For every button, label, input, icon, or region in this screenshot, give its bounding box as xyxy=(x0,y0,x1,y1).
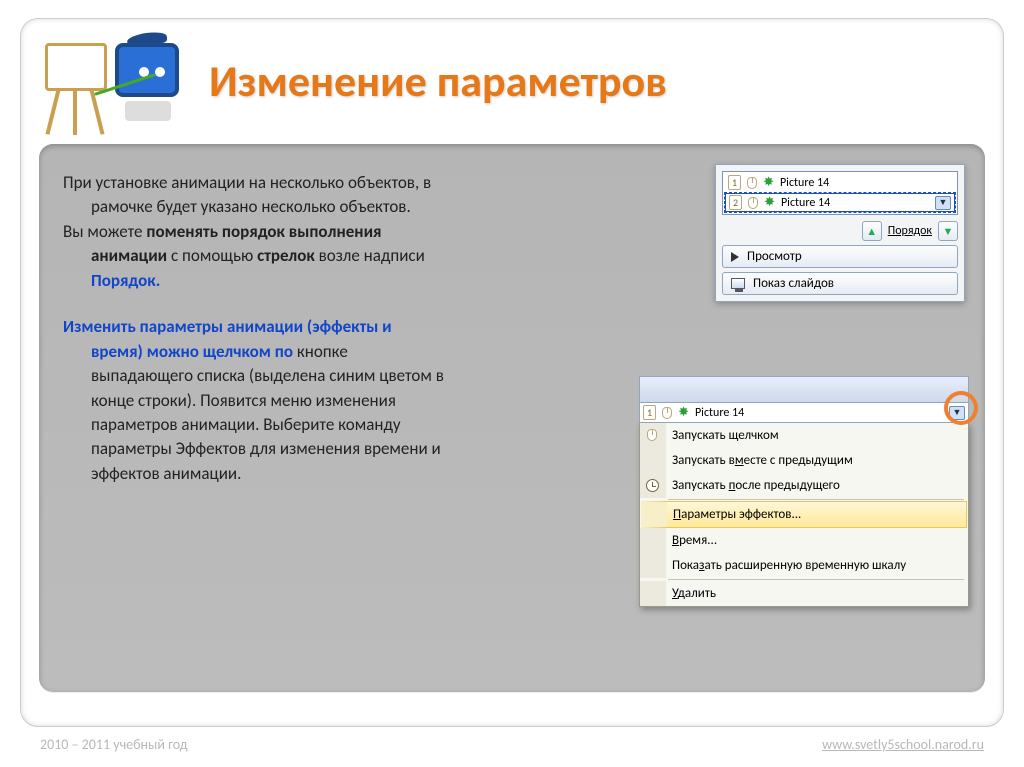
menu-show-timeline[interactable]: Показать расширенную временную шкалу xyxy=(640,553,968,578)
slide-header: Изменение параметров xyxy=(21,19,1003,140)
preview-button[interactable]: Просмотр xyxy=(722,245,958,268)
slide-footer: 2010 – 2011 учебный год www.svetly5schoo… xyxy=(40,736,984,753)
panel-toolbar xyxy=(639,376,969,402)
effect-star-icon: ✸ xyxy=(764,195,775,210)
menu-separator xyxy=(668,579,964,580)
effect-star-icon: ✸ xyxy=(678,405,689,420)
animation-list-item[interactable]: 1 ✸ Picture 14 xyxy=(725,174,955,191)
move-down-button[interactable]: ▼ xyxy=(938,221,958,241)
animation-item-row[interactable]: 1 ✸ Picture 14 ▼ xyxy=(639,402,969,423)
clock-icon xyxy=(644,477,660,493)
item-label: Picture 14 xyxy=(781,196,830,210)
panels-column: 1 ✸ Picture 14 2 ✸ Picture 14 ▼ ▲ xyxy=(663,172,961,672)
menu-start-with-previous[interactable]: Запускать вместе с предыдущим xyxy=(640,448,968,473)
slideshow-button[interactable]: Показ слайдов xyxy=(722,272,958,295)
footer-link[interactable]: www.svetly5school.narod.ru xyxy=(822,736,984,753)
highlight-circle-annotation xyxy=(944,391,978,425)
effect-options-panel: 1 ✸ Picture 14 ▼ Запускать щелчком Запус… xyxy=(639,376,969,607)
para3-line3: выпадающего списка (выделена синим цвето… xyxy=(63,365,643,387)
slide-frame: Изменение параметров При установке анима… xyxy=(20,18,1004,727)
item-number: 1 xyxy=(728,175,741,190)
slideshow-label: Показ слайдов xyxy=(753,276,834,291)
mouse-icon xyxy=(662,407,672,419)
order-controls: ▲ Порядок ▼ xyxy=(722,221,958,241)
move-up-button[interactable]: ▲ xyxy=(862,221,882,241)
para3-line2: время) можно щелчком по кнопке xyxy=(63,341,643,363)
computer-character-icon xyxy=(111,35,189,131)
menu-remove[interactable]: Удалить xyxy=(640,581,968,606)
menu-start-on-click[interactable]: Запускать щелчком xyxy=(640,423,968,448)
para3-line6: параметры Эффектов для изменения времени… xyxy=(63,438,643,460)
menu-effect-options[interactable]: Параметры эффектов... xyxy=(641,501,967,528)
para1-line2: рамочке будет указано несколько объектов… xyxy=(63,196,643,218)
content-area: При установке анимации на несколько объе… xyxy=(39,144,985,692)
effect-star-icon: ✸ xyxy=(763,175,774,190)
mascot-illustration xyxy=(41,29,191,134)
footer-year: 2010 – 2011 учебный год xyxy=(40,736,188,753)
play-icon xyxy=(731,252,739,262)
item-label: Picture 14 xyxy=(695,406,744,420)
preview-label: Просмотр xyxy=(747,249,802,264)
mouse-icon xyxy=(644,427,660,443)
item-label: Picture 14 xyxy=(780,176,829,190)
menu-start-after-previous[interactable]: Запускать после предыдущего xyxy=(640,473,968,498)
para3-line1: Изменить параметры анимации (эффекты и xyxy=(63,316,643,338)
para3-line4: конце строки). Появится меню изменения xyxy=(63,390,643,412)
para1-line1: При установке анимации на несколько объе… xyxy=(63,172,643,194)
para2-line1: Вы можете поменять порядок выполнения xyxy=(63,221,643,243)
para2-line3: Порядок. xyxy=(63,270,643,292)
animation-order-panel: 1 ✸ Picture 14 2 ✸ Picture 14 ▼ ▲ xyxy=(715,164,965,302)
context-menu: Запускать щелчком Запускать вместе с пре… xyxy=(639,422,969,607)
dropdown-arrow-icon[interactable]: ▼ xyxy=(935,196,951,210)
text-column: При установке анимации на несколько объе… xyxy=(63,172,643,672)
slide-title: Изменение параметров xyxy=(209,57,667,105)
animation-list-item-selected[interactable]: 2 ✸ Picture 14 ▼ xyxy=(725,193,955,212)
para3-line7: эффектов анимации. xyxy=(63,463,643,485)
mouse-icon xyxy=(748,197,758,209)
item-number: 2 xyxy=(729,195,742,210)
para3-line5: параметров анимации. Выберите команду xyxy=(63,414,643,436)
menu-separator xyxy=(668,499,964,500)
para2-line2: анимации с помощью стрелок возле надписи xyxy=(63,245,643,267)
menu-timing[interactable]: Время... xyxy=(640,528,968,553)
item-number: 1 xyxy=(643,405,656,420)
order-label: Порядок xyxy=(888,224,932,238)
mouse-icon xyxy=(747,177,757,189)
easel-icon xyxy=(43,37,115,127)
animation-list: 1 ✸ Picture 14 2 ✸ Picture 14 ▼ xyxy=(722,171,958,215)
slideshow-icon xyxy=(731,278,745,289)
